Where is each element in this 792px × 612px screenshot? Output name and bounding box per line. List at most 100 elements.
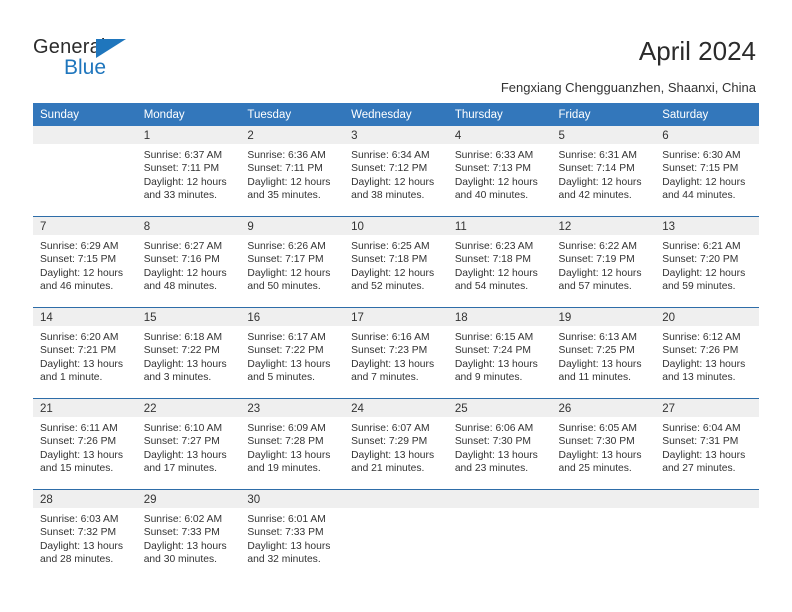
calendar-day-cell[interactable]: 17 Sunrise: 6:16 AM Sunset: 7:23 PM Dayligh… bbox=[344, 307, 448, 399]
sunset-text: Sunset: 7:20 PM bbox=[662, 254, 739, 266]
calendar-day-cell[interactable]: 16 Sunrise: 6:17 AM Sunset: 7:22 PM Dayligh… bbox=[240, 307, 345, 399]
daylight-text-line1: Daylight: 12 hours bbox=[40, 267, 123, 279]
daylight-text-line2: and 17 minutes. bbox=[143, 463, 217, 475]
day-detail: Sunrise: 6:06 AM Sunset: 7:30 PM Daylight:… bbox=[448, 417, 552, 476]
sunrise-text: Sunrise: 6:10 AM bbox=[143, 423, 223, 434]
day-number: 5 bbox=[551, 126, 656, 144]
sunset-text: Sunset: 7:26 PM bbox=[662, 345, 739, 357]
calendar-day-cell[interactable]: 3 Sunrise: 6:34 AM Sunset: 7:12 PM Daylight… bbox=[344, 126, 448, 217]
calendar-day-cell[interactable]: 9 Sunrise: 6:26 AM Sunset: 7:17 PM Daylight… bbox=[240, 216, 345, 308]
day-detail: Sunrise: 6:18 AM Sunset: 7:22 PM Daylight:… bbox=[137, 326, 241, 385]
sunset-text: Sunset: 7:21 PM bbox=[40, 345, 117, 357]
sunset-text: Sunset: 7:11 PM bbox=[143, 163, 220, 175]
calendar-day-cell[interactable]: 14 Sunrise: 6:20 AM Sunset: 7:21 PM Dayligh… bbox=[33, 307, 137, 399]
calendar-day-cell[interactable]: 15 Sunrise: 6:18 AM Sunset: 7:22 PM Dayligh… bbox=[136, 307, 241, 399]
calendar-day-cell[interactable]: 19 Sunrise: 6:13 AM Sunset: 7:25 PM Dayligh… bbox=[551, 307, 656, 399]
sunset-text: Sunset: 7:33 PM bbox=[143, 527, 220, 539]
day-cell-content: 1 Sunrise: 6:37 AM Sunset: 7:11 PM Daylight… bbox=[136, 126, 241, 216]
calendar-day-cell[interactable]: 23 Sunrise: 6:09 AM Sunset: 7:28 PM Dayligh… bbox=[240, 398, 345, 490]
calendar-day-cell[interactable]: 11 Sunrise: 6:23 AM Sunset: 7:18 PM Dayligh… bbox=[447, 216, 552, 308]
sunset-text: Sunset: 7:14 PM bbox=[558, 163, 635, 175]
calendar-day-cell[interactable]: 29 Sunrise: 6:02 AM Sunset: 7:33 PM Dayligh… bbox=[136, 489, 241, 580]
day-number bbox=[344, 490, 448, 508]
sunset-text: Sunset: 7:17 PM bbox=[247, 254, 324, 266]
day-detail bbox=[552, 508, 656, 513]
weekday-header-saturday: Saturday bbox=[655, 103, 759, 126]
day-cell-content: 24 Sunrise: 6:07 AM Sunset: 7:29 PM Dayligh… bbox=[344, 399, 448, 489]
calendar-day-cell[interactable]: 13 Sunrise: 6:21 AM Sunset: 7:20 PM Dayligh… bbox=[655, 216, 759, 308]
day-detail: Sunrise: 6:15 AM Sunset: 7:24 PM Daylight:… bbox=[448, 326, 552, 385]
calendar-day-cell[interactable]: 24 Sunrise: 6:07 AM Sunset: 7:29 PM Dayligh… bbox=[344, 398, 448, 490]
day-cell-content: 4 Sunrise: 6:33 AM Sunset: 7:13 PM Daylight… bbox=[447, 126, 552, 216]
calendar-day-cell[interactable]: 28 Sunrise: 6:03 AM Sunset: 7:32 PM Dayligh… bbox=[33, 489, 137, 580]
day-number: 26 bbox=[551, 399, 656, 417]
day-cell-content: 8 Sunrise: 6:27 AM Sunset: 7:16 PM Daylight… bbox=[136, 217, 241, 307]
day-detail: Sunrise: 6:37 AM Sunset: 7:11 PM Daylight:… bbox=[137, 144, 241, 203]
day-number: 17 bbox=[344, 308, 448, 326]
sunset-text: Sunset: 7:22 PM bbox=[247, 345, 324, 357]
sunset-text: Sunset: 7:22 PM bbox=[143, 345, 220, 357]
day-detail: Sunrise: 6:17 AM Sunset: 7:22 PM Daylight:… bbox=[240, 326, 344, 385]
day-number: 12 bbox=[551, 217, 656, 235]
daylight-text-line2: and 23 minutes. bbox=[454, 463, 529, 475]
day-detail bbox=[655, 508, 759, 513]
daylight-text-line2: and 28 minutes. bbox=[40, 554, 114, 566]
daylight-text-line1: Daylight: 12 hours bbox=[351, 176, 435, 188]
calendar-body: 1 Sunrise: 6:37 AM Sunset: 7:11 PM Daylight… bbox=[33, 126, 759, 580]
calendar-day-cell[interactable]: 30 Sunrise: 6:01 AM Sunset: 7:33 PM Dayligh… bbox=[240, 489, 345, 580]
daylight-text-line1: Daylight: 13 hours bbox=[143, 449, 227, 461]
day-detail: Sunrise: 6:10 AM Sunset: 7:27 PM Daylight:… bbox=[137, 417, 241, 476]
sunrise-text: Sunrise: 6:29 AM bbox=[40, 241, 119, 252]
day-number: 21 bbox=[33, 399, 137, 417]
day-detail: Sunrise: 6:31 AM Sunset: 7:14 PM Daylight:… bbox=[552, 144, 656, 203]
calendar-grid: Sunday Monday Tuesday Wednesday Thursday… bbox=[33, 103, 759, 580]
calendar-day-cell[interactable]: 8 Sunrise: 6:27 AM Sunset: 7:16 PM Daylight… bbox=[136, 216, 241, 308]
calendar-day-cell[interactable]: 25 Sunrise: 6:06 AM Sunset: 7:30 PM Dayligh… bbox=[447, 398, 552, 490]
sunrise-text: Sunrise: 6:16 AM bbox=[351, 332, 430, 343]
day-cell-content: 20 Sunrise: 6:12 AM Sunset: 7:26 PM Dayligh… bbox=[655, 308, 759, 398]
calendar-day-cell[interactable]: 12 Sunrise: 6:22 AM Sunset: 7:19 PM Dayligh… bbox=[551, 216, 656, 308]
calendar-day-cell[interactable]: 10 Sunrise: 6:25 AM Sunset: 7:18 PM Dayligh… bbox=[344, 216, 448, 308]
daylight-text-line1: Daylight: 13 hours bbox=[143, 540, 227, 552]
general-blue-logo[interactable]: General Blue bbox=[33, 36, 173, 82]
sunset-text: Sunset: 7:12 PM bbox=[351, 163, 428, 175]
day-cell-content: 27 Sunrise: 6:04 AM Sunset: 7:31 PM Dayligh… bbox=[655, 399, 759, 489]
daylight-text-line2: and 40 minutes. bbox=[454, 190, 529, 202]
day-cell-content: 26 Sunrise: 6:05 AM Sunset: 7:30 PM Dayligh… bbox=[551, 399, 656, 489]
calendar-day-cell[interactable]: 5 Sunrise: 6:31 AM Sunset: 7:14 PM Daylight… bbox=[551, 126, 656, 217]
daylight-text-line2: and 54 minutes. bbox=[454, 281, 529, 293]
day-detail: Sunrise: 6:02 AM Sunset: 7:33 PM Daylight:… bbox=[137, 508, 241, 567]
sunset-text: Sunset: 7:30 PM bbox=[558, 436, 635, 448]
weekday-header-tuesday: Tuesday bbox=[240, 103, 345, 126]
calendar-day-cell[interactable]: 26 Sunrise: 6:05 AM Sunset: 7:30 PM Dayligh… bbox=[551, 398, 656, 490]
calendar-day-cell[interactable]: 1 Sunrise: 6:37 AM Sunset: 7:11 PM Daylight… bbox=[136, 126, 241, 217]
day-detail: Sunrise: 6:27 AM Sunset: 7:16 PM Daylight:… bbox=[137, 235, 241, 294]
daylight-text-line2: and 44 minutes. bbox=[662, 190, 736, 202]
day-cell-content: 29 Sunrise: 6:02 AM Sunset: 7:33 PM Dayligh… bbox=[136, 490, 241, 580]
daylight-text-line1: Daylight: 12 hours bbox=[247, 267, 331, 279]
calendar-day-cell[interactable]: 7 Sunrise: 6:29 AM Sunset: 7:15 PM Daylight… bbox=[33, 216, 137, 308]
calendar-day-cell[interactable]: 2 Sunrise: 6:36 AM Sunset: 7:11 PM Daylight… bbox=[240, 126, 345, 217]
calendar-day-cell[interactable]: 20 Sunrise: 6:12 AM Sunset: 7:26 PM Dayligh… bbox=[655, 307, 759, 399]
daylight-text-line2: and 59 minutes. bbox=[662, 281, 736, 293]
sunrise-text: Sunrise: 6:34 AM bbox=[351, 150, 430, 161]
daylight-text-line2: and 35 minutes. bbox=[247, 190, 321, 202]
day-number: 20 bbox=[655, 308, 759, 326]
daylight-text-line1: Daylight: 13 hours bbox=[143, 358, 227, 370]
daylight-text-line2: and 9 minutes. bbox=[454, 372, 523, 384]
sunrise-text: Sunrise: 6:06 AM bbox=[454, 423, 534, 434]
calendar-day-cell[interactable]: 22 Sunrise: 6:10 AM Sunset: 7:27 PM Dayligh… bbox=[136, 398, 241, 490]
daylight-text-line2: and 48 minutes. bbox=[143, 281, 217, 293]
calendar-day-cell[interactable]: 4 Sunrise: 6:33 AM Sunset: 7:13 PM Daylight… bbox=[447, 126, 552, 217]
day-detail: Sunrise: 6:26 AM Sunset: 7:17 PM Daylight:… bbox=[240, 235, 344, 294]
day-number bbox=[447, 490, 552, 508]
calendar-day-cell[interactable]: 27 Sunrise: 6:04 AM Sunset: 7:31 PM Dayligh… bbox=[655, 398, 759, 490]
day-number: 2 bbox=[240, 126, 345, 144]
calendar-day-cell[interactable]: 21 Sunrise: 6:11 AM Sunset: 7:26 PM Dayligh… bbox=[33, 398, 137, 490]
calendar-day-cell[interactable]: 18 Sunrise: 6:15 AM Sunset: 7:24 PM Dayligh… bbox=[447, 307, 552, 399]
daylight-text-line2: and 27 minutes. bbox=[662, 463, 736, 475]
sunrise-text: Sunrise: 6:22 AM bbox=[558, 241, 637, 252]
sunrise-text: Sunrise: 6:03 AM bbox=[40, 514, 119, 525]
sunrise-text: Sunrise: 6:09 AM bbox=[247, 423, 326, 434]
calendar-day-cell[interactable]: 6 Sunrise: 6:30 AM Sunset: 7:15 PM Daylight… bbox=[655, 126, 759, 217]
